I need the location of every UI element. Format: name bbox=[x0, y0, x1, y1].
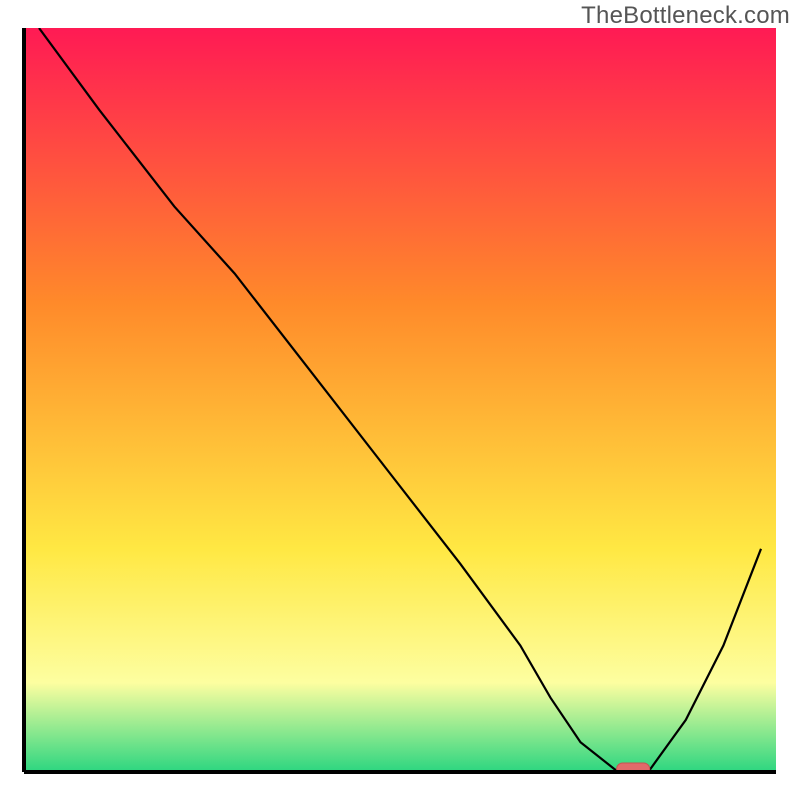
gradient-background bbox=[24, 28, 776, 772]
chart-wrapper: TheBottleneck.com bbox=[0, 0, 800, 800]
bottleneck-chart bbox=[0, 0, 800, 800]
watermark-label: TheBottleneck.com bbox=[581, 2, 790, 30]
